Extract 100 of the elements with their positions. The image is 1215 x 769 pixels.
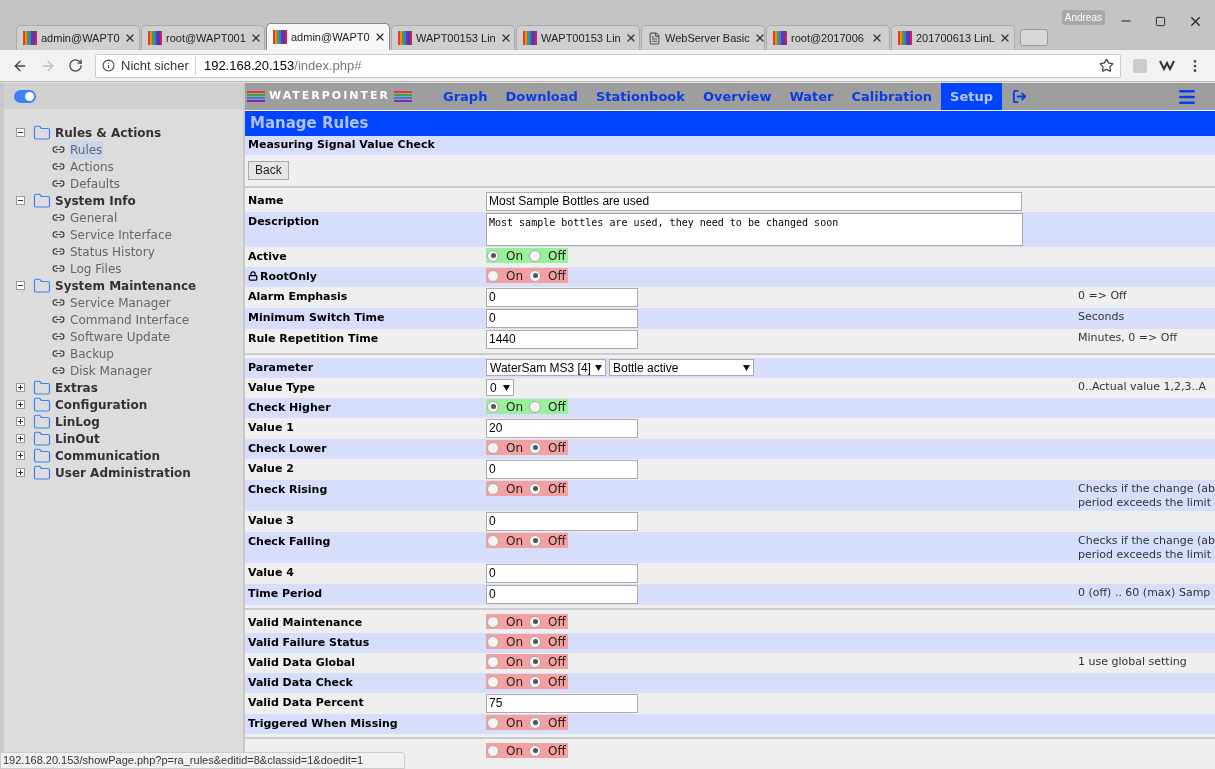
field-label: RootOnly	[260, 269, 317, 285]
tree-link[interactable]: General	[69, 208, 119, 227]
input-field[interactable]: 75	[486, 694, 638, 713]
tab-title: root@WAPT001	[166, 30, 246, 46]
field-label: Minimum Switch Time	[248, 310, 385, 326]
hint-text: 0 => Off	[1078, 289, 1128, 303]
hint-text: Checks if the change (ab	[1078, 482, 1215, 496]
description-field[interactable]: Most sample bottles are used, they need to be changed soon	[486, 213, 1023, 246]
off-label: Off	[548, 480, 566, 498]
tab-title: WAPT00153 Lin	[541, 30, 621, 46]
nav-tab[interactable]: Setup	[941, 83, 1003, 110]
on-label: On	[506, 247, 524, 265]
on-label: On	[506, 480, 524, 498]
tree-link[interactable]: Log Files	[69, 259, 123, 278]
tree-link[interactable]: Backup	[69, 344, 115, 363]
input-field[interactable]: 0	[486, 460, 638, 479]
off-label: Off	[548, 673, 566, 691]
hint-text: 0..Actual value 1,2,3..A	[1078, 380, 1207, 394]
back-button[interactable]: Back	[248, 160, 289, 180]
tab-title: root@2017006	[791, 30, 865, 46]
address-bar[interactable]: Nicht sicher 192.168.20.153/index.php#	[95, 53, 1121, 78]
on-label: On	[506, 742, 524, 760]
tree-folder[interactable]: LinOut	[55, 429, 100, 448]
input-field[interactable]: 0	[486, 512, 638, 531]
field-label: Value 1	[248, 420, 294, 436]
off-label: Off	[548, 439, 566, 457]
field-label: Active	[248, 249, 287, 265]
hint-text: period exceeds the limit	[1078, 548, 1212, 562]
field-label: Description	[248, 214, 320, 230]
tree-link[interactable]: Actions	[69, 157, 115, 176]
browser-tab[interactable]: WAPT00153 Lin	[391, 25, 515, 50]
hint-text: 0 (off) .. 60 (max) Samp	[1078, 586, 1212, 600]
tree-link[interactable]: Rules	[69, 140, 104, 159]
field-label: Alarm Emphasis	[248, 289, 348, 305]
parameter-select[interactable]: Bottle active	[609, 359, 754, 376]
tree-link[interactable]: Service Interface	[69, 225, 173, 244]
tree-folder[interactable]: User Administration	[55, 463, 191, 482]
tree-link[interactable]: Software Update	[69, 327, 172, 346]
off-label: Off	[548, 267, 566, 285]
hint-text: Minutes, 0 => Off	[1078, 331, 1179, 345]
tree-link[interactable]: Defaults	[69, 174, 122, 193]
on-label: On	[506, 673, 524, 691]
security-label: Nicht sicher	[121, 55, 196, 76]
on-label: On	[506, 267, 524, 285]
input-field[interactable]: 0	[486, 309, 638, 328]
on-label: On	[506, 439, 524, 457]
input-field[interactable]: 0	[486, 585, 638, 604]
value-type-select[interactable]: 0	[486, 379, 514, 396]
field-label: Parameter	[248, 360, 314, 376]
input-field[interactable]: 20	[486, 419, 638, 438]
field-label: Check Falling	[248, 534, 331, 550]
tree-folder[interactable]: Communication	[55, 446, 161, 465]
url-text: 192.168.20.153/index.php#	[203, 56, 362, 75]
input-field[interactable]: 0	[486, 564, 638, 583]
field-label: Value 4	[248, 565, 294, 581]
browser-tab[interactable]: root@2017006	[766, 25, 890, 50]
form-subtitle: Measuring Signal Value Check	[248, 137, 435, 154]
hint-text: Checks if the change (ab	[1078, 534, 1215, 548]
off-label: Off	[548, 532, 566, 550]
tree-folder[interactable]: LinLog	[55, 412, 100, 431]
off-label: Off	[548, 613, 566, 631]
page-heading: Manage Rules	[250, 113, 369, 135]
tree-link[interactable]: Command Interface	[69, 310, 191, 329]
off-label: Off	[548, 742, 566, 760]
logo: WATERPOINTER	[245, 88, 434, 105]
field-label: Valid Data Percent	[248, 695, 364, 711]
tree-link[interactable]: Disk Manager	[69, 361, 154, 380]
browser-tab[interactable]: 201700613 LinL	[891, 25, 1015, 50]
browser-tab[interactable]: admin@WAPT0	[16, 25, 140, 50]
off-label: Off	[548, 653, 566, 671]
browser-tab[interactable]: WebServer Basic	[641, 25, 765, 50]
field-label: Check Lower	[248, 441, 327, 457]
parameter-select[interactable]: WaterSam MS3 [4]	[486, 359, 606, 376]
field-label: Valid Data Check	[248, 675, 353, 691]
tab-title: admin@WAPT0	[41, 30, 120, 46]
on-label: On	[506, 714, 524, 732]
tree-folder[interactable]: Extras	[55, 378, 98, 397]
on-label: On	[506, 532, 524, 550]
tab-title: WebServer Basic	[665, 30, 750, 46]
on-label: On	[506, 398, 524, 416]
field-label: Value Type	[248, 380, 315, 396]
tab-title: WAPT00153 Lin	[416, 30, 496, 46]
browser-tab[interactable]: admin@WAPT0	[266, 23, 390, 50]
name-field[interactable]: Most Sample Bottles are used	[486, 192, 1022, 211]
off-label: Off	[548, 247, 566, 265]
off-label: Off	[548, 398, 566, 416]
on-label: On	[506, 613, 524, 631]
browser-tab[interactable]: WAPT00153 Lin	[516, 25, 640, 50]
tree-folder[interactable]: Rules & Actions	[55, 123, 162, 142]
input-field[interactable]: 0	[486, 288, 638, 307]
input-field[interactable]: 1440	[486, 330, 638, 349]
tree-link[interactable]: Service Manager	[69, 293, 172, 312]
tree-folder[interactable]: Configuration	[55, 395, 148, 414]
hint-text: period exceeds the limit	[1078, 496, 1212, 510]
tree-link[interactable]: Status History	[69, 242, 156, 261]
browser-tab[interactable]: root@WAPT001	[141, 25, 265, 50]
tree-folder[interactable]: System Maintenance	[55, 276, 197, 295]
tab-title: 201700613 LinL	[916, 30, 995, 46]
tab-title: admin@WAPT0	[291, 29, 370, 45]
tree-folder[interactable]: System Info	[55, 191, 136, 210]
